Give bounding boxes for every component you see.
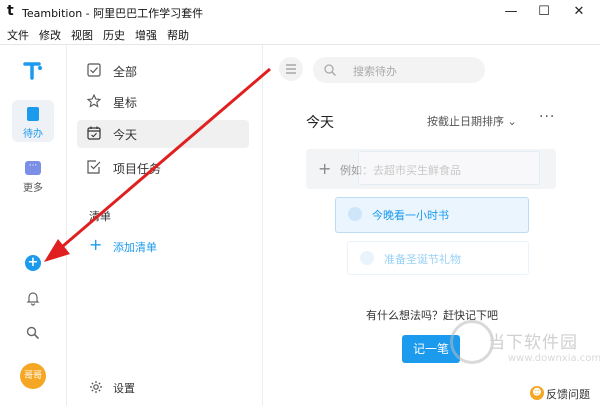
- feedback-label: 反馈问题: [546, 388, 590, 401]
- menu-edit[interactable]: 修改: [39, 27, 61, 43]
- settings-button[interactable]: 设置: [89, 378, 209, 398]
- search-placeholder: 搜索待办: [353, 65, 397, 78]
- menu-toggle-icon[interactable]: [279, 57, 303, 81]
- task-card[interactable]: 准备圣诞节礼物: [347, 241, 529, 275]
- plus-icon: +: [318, 159, 332, 178]
- add-icon[interactable]: +: [25, 255, 41, 271]
- task-card-ghost: [358, 151, 540, 185]
- sidebar-item-label: 今天: [113, 128, 138, 142]
- page-title: 今天: [306, 115, 334, 131]
- gear-icon: [90, 381, 102, 393]
- sidebar: 全部 星标 今天 项目任务 清单 + 添加清单 设置: [67, 45, 263, 406]
- add-list-button[interactable]: + 添加清单: [89, 235, 239, 257]
- watermark-text: 当下软件园: [488, 333, 578, 353]
- star-icon: [87, 94, 101, 108]
- rail-more-label[interactable]: 更多: [0, 179, 66, 194]
- sidebar-item-label: 星标: [113, 96, 138, 110]
- menu-help[interactable]: 帮助: [167, 27, 189, 43]
- task-label: 今晚看一小时书: [372, 209, 449, 222]
- window-title: Teambition - 阿里巴巴工作学习套件: [22, 7, 204, 20]
- calendar-icon: [87, 126, 101, 140]
- sidebar-item-all[interactable]: 全部: [77, 57, 249, 85]
- task-card[interactable]: 今晚看一小时书: [335, 197, 529, 233]
- sidebar-item-starred[interactable]: 星标: [77, 88, 249, 116]
- app-logo: t: [7, 3, 14, 19]
- task-checkbox[interactable]: [348, 207, 362, 221]
- menu-enhance[interactable]: 增强: [135, 27, 157, 43]
- checkbox-icon: [87, 63, 101, 77]
- more-options-icon[interactable]: ···: [539, 109, 555, 125]
- bell-icon[interactable]: [25, 290, 41, 306]
- sidebar-item-label: 项目任务: [113, 162, 162, 176]
- task-label: 准备圣诞节礼物: [384, 253, 461, 266]
- task-check-icon: [87, 160, 101, 174]
- section-title-lists: 清单: [89, 210, 111, 223]
- menu-history[interactable]: 历史: [103, 27, 125, 43]
- close-button[interactable]: ✕: [562, 0, 596, 24]
- search-icon: [324, 64, 336, 76]
- sort-dropdown[interactable]: 按截止日期排序 ⌄: [427, 113, 517, 129]
- menu-bar: 文件 修改 视图 历史 增强 帮助: [0, 24, 600, 45]
- plus-icon: +: [89, 235, 103, 254]
- menu-file[interactable]: 文件: [7, 27, 29, 43]
- sidebar-item-project-tasks[interactable]: 项目任务: [77, 154, 249, 182]
- add-list-label: 添加清单: [113, 241, 157, 254]
- left-rail: 待办 ··· 更多 + 哥哥: [0, 45, 67, 406]
- watermark-url: www.downxia.com: [508, 353, 600, 364]
- teambition-logo-icon[interactable]: [22, 59, 44, 81]
- search-input[interactable]: 搜索待办: [313, 57, 485, 83]
- menu-view[interactable]: 视图: [71, 27, 93, 43]
- avatar[interactable]: 哥哥: [20, 363, 46, 389]
- feedback-icon: ☻: [530, 386, 544, 400]
- feedback-button[interactable]: ☻ 反馈问题: [530, 384, 600, 404]
- more-apps-icon[interactable]: ···: [25, 161, 41, 175]
- watermark: 当下软件园 www.downxia.com: [450, 320, 600, 390]
- rail-todo-label: 待办: [23, 129, 43, 140]
- todo-icon: [27, 107, 39, 121]
- rail-item-todo[interactable]: 待办: [12, 100, 54, 142]
- sidebar-item-label: 全部: [113, 65, 138, 79]
- title-bar: t Teambition - 阿里巴巴工作学习套件 — ☐ ✕: [0, 0, 600, 24]
- minimize-button[interactable]: —: [494, 0, 528, 24]
- search-icon[interactable]: [25, 325, 41, 341]
- settings-label: 设置: [113, 382, 135, 395]
- maximize-button[interactable]: ☐: [527, 0, 561, 24]
- sidebar-item-today[interactable]: 今天: [77, 120, 249, 148]
- task-checkbox[interactable]: [360, 251, 374, 265]
